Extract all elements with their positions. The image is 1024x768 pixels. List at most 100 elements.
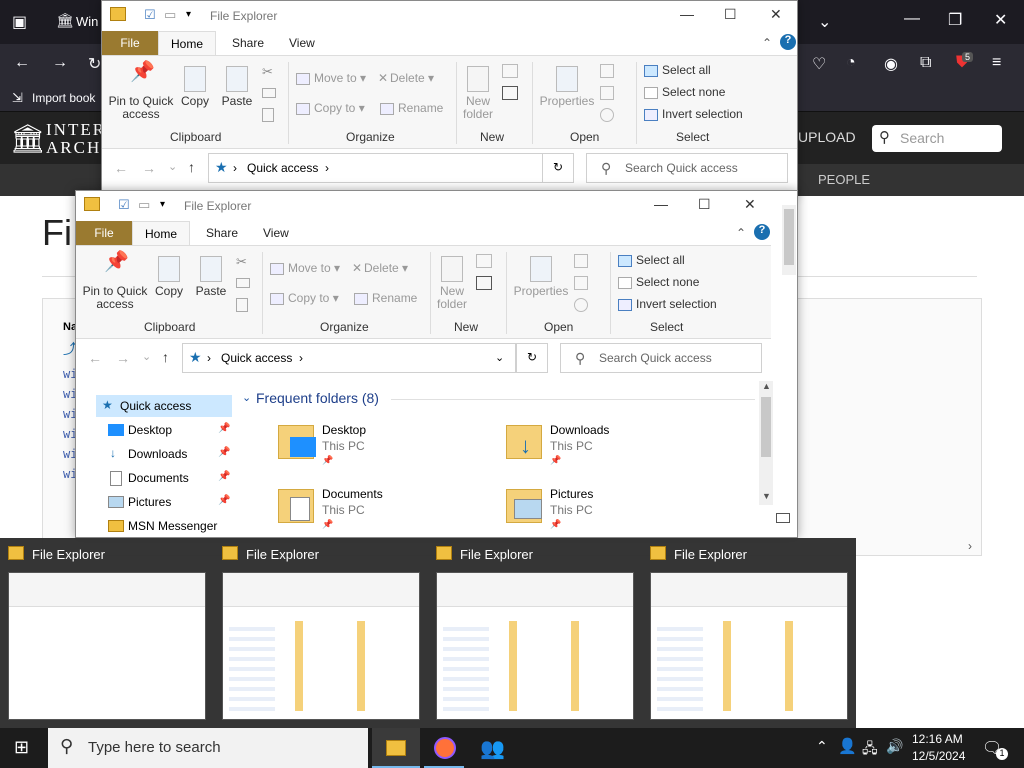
recent-locations-icon[interactable]: ⌄ xyxy=(168,160,177,173)
nav-item-quick-access[interactable]: ★ Quick access xyxy=(96,395,232,417)
nav-item-downloads[interactable]: ↓ Downloads 📌 xyxy=(104,445,232,465)
back-icon[interactable]: ← xyxy=(14,54,30,72)
paste-button[interactable]: Paste xyxy=(194,256,228,298)
new-folder-quick-icon[interactable]: ▭ xyxy=(138,197,150,213)
copy-to-button[interactable]: Copy to ▾ xyxy=(296,102,365,115)
back-icon[interactable]: ← xyxy=(114,160,128,176)
help-icon[interactable]: ? xyxy=(754,224,770,240)
tab-share[interactable]: Share xyxy=(232,36,264,50)
scroll-down-icon[interactable]: ▼ xyxy=(762,491,771,501)
network-icon[interactable]: 🖧 xyxy=(862,738,878,762)
tab-home[interactable]: Home xyxy=(158,31,216,56)
copy-path-icon[interactable] xyxy=(262,88,276,98)
forward-icon[interactable]: → xyxy=(142,160,156,176)
scroll-thumb[interactable] xyxy=(761,397,771,457)
taskbar-messenger[interactable]: 👥 xyxy=(472,728,512,768)
up-icon[interactable]: ↑ xyxy=(188,159,195,175)
account-icon[interactable]: ◉ xyxy=(884,54,898,74)
address-text[interactable]: Quick access xyxy=(247,161,318,175)
folder-tile-documents[interactable]: Documents This PC 📌 xyxy=(272,483,482,533)
taskbar-search-input[interactable]: ⚲ Type here to search xyxy=(48,728,368,768)
thumbnail-file-explorer[interactable]: File Explorer xyxy=(428,538,642,728)
move-to-button[interactable]: Move to ▾ xyxy=(270,262,340,275)
thumbnail-file-explorer[interactable]: File Explorer xyxy=(0,538,214,728)
taskbar-file-explorer[interactable] xyxy=(372,728,420,768)
properties-button[interactable]: Properties xyxy=(512,256,570,298)
new-folder-button[interactable]: New folder xyxy=(460,66,496,121)
collapse-ribbon-icon[interactable]: ⌃ xyxy=(736,226,746,240)
forward-icon[interactable]: → xyxy=(116,350,130,366)
quick-access-toolbar-dropdown-icon[interactable]: ▾ xyxy=(186,9,191,20)
rename-button[interactable]: Rename xyxy=(380,102,443,115)
pin-to-quick-access-button[interactable]: 📌 Pin to Quick access xyxy=(108,62,174,121)
section-header[interactable]: Frequent folders (8) xyxy=(256,390,379,406)
clock-date[interactable]: 12/5/2024 xyxy=(912,749,965,763)
scroll-right-icon[interactable]: › xyxy=(968,539,972,553)
properties-button[interactable]: Properties xyxy=(538,66,596,108)
address-dropdown-icon[interactable]: ⌄ xyxy=(495,351,504,364)
ia-search-input[interactable]: ⚲ Search xyxy=(872,125,1002,152)
ia-logo-icon[interactable]: 🏛 xyxy=(10,122,46,155)
delete-button[interactable]: ✕ Delete ▾ xyxy=(378,72,434,85)
tab-view[interactable]: View xyxy=(289,36,315,50)
delete-button[interactable]: ✕ Delete ▾ xyxy=(352,262,408,275)
cut-icon[interactable]: ✂ xyxy=(262,64,273,80)
refresh-button[interactable]: ↻ xyxy=(516,343,548,373)
breadcrumb-chevron-icon[interactable]: › xyxy=(299,351,303,365)
browser-tab-title[interactable]: Win xyxy=(76,14,98,29)
minimize-icon[interactable]: — xyxy=(904,10,920,28)
forward-icon[interactable]: → xyxy=(52,54,68,72)
easy-access-icon[interactable] xyxy=(476,276,492,290)
thumbnail-file-explorer[interactable]: File Explorer xyxy=(214,538,428,728)
volume-icon[interactable]: 🔊 xyxy=(886,738,903,755)
new-folder-button[interactable]: New folder xyxy=(434,256,470,311)
search-input[interactable]: ⚲ Search Quick access xyxy=(586,153,788,183)
collapse-ribbon-icon[interactable]: ⌃ xyxy=(762,36,772,50)
rename-button[interactable]: Rename xyxy=(354,292,417,305)
tab-list-icon[interactable]: ⌄ xyxy=(818,12,831,32)
back-icon[interactable]: ← xyxy=(88,350,102,366)
thumbnail-file-explorer[interactable]: File Explorer xyxy=(642,538,856,728)
invert-selection-button[interactable]: Invert selection xyxy=(618,298,717,311)
extensions-icon[interactable]: ⧉ xyxy=(920,54,931,72)
tray-messenger-icon[interactable]: 👤 xyxy=(838,737,857,755)
copy-to-button[interactable]: Copy to ▾ xyxy=(270,292,339,305)
select-all-button[interactable]: Select all xyxy=(618,254,685,267)
close-icon[interactable]: ✕ xyxy=(770,6,782,23)
properties-quick-icon[interactable]: ☑ xyxy=(144,7,156,23)
recent-locations-icon[interactable]: ⌄ xyxy=(142,350,151,363)
maximize-icon[interactable]: ❐ xyxy=(948,10,962,30)
paste-shortcut-icon[interactable] xyxy=(236,298,248,312)
select-all-button[interactable]: Select all xyxy=(644,64,711,77)
scroll-thumb[interactable] xyxy=(784,209,794,265)
copy-button[interactable]: Copy xyxy=(178,66,212,108)
scrollbar[interactable]: ▲ ▼ xyxy=(759,381,773,505)
refresh-button[interactable]: ↻ xyxy=(542,153,574,183)
open-icon[interactable] xyxy=(600,64,614,78)
open-icon[interactable] xyxy=(574,254,588,268)
paste-shortcut-icon[interactable] xyxy=(262,108,274,122)
select-none-button[interactable]: Select none xyxy=(618,276,699,289)
minimize-icon[interactable]: — xyxy=(680,6,694,22)
nav-item-desktop[interactable]: Desktop 📌 xyxy=(104,421,232,441)
tab-file[interactable]: File xyxy=(76,221,132,245)
address-text[interactable]: Quick access xyxy=(221,351,292,365)
tab-view[interactable]: View xyxy=(263,226,289,240)
edit-icon[interactable] xyxy=(600,86,614,100)
new-item-icon[interactable] xyxy=(476,254,492,268)
maximize-icon[interactable]: ☐ xyxy=(698,196,711,213)
copy-path-icon[interactable] xyxy=(236,278,250,288)
collapse-group-icon[interactable]: ⌄ xyxy=(242,391,251,404)
bookmark-import[interactable]: Import book xyxy=(32,91,95,105)
folder-tile-downloads[interactable]: ↓ Downloads This PC 📌 xyxy=(500,419,710,469)
up-icon[interactable]: ↑ xyxy=(162,349,169,365)
ia-logo-line1[interactable]: INTER xyxy=(46,120,106,140)
nav-item-documents[interactable]: Documents 📌 xyxy=(104,469,232,489)
taskbar-firefox[interactable] xyxy=(424,728,464,768)
search-input[interactable]: ⚲ Search Quick access xyxy=(560,343,762,373)
easy-access-icon[interactable] xyxy=(502,86,518,100)
select-none-button[interactable]: Select none xyxy=(644,86,725,99)
nav-item-msn-messenger[interactable]: MSN Messenger xyxy=(104,517,232,537)
show-hidden-icons-icon[interactable]: ⌃ xyxy=(816,738,828,755)
new-item-icon[interactable] xyxy=(502,64,518,78)
